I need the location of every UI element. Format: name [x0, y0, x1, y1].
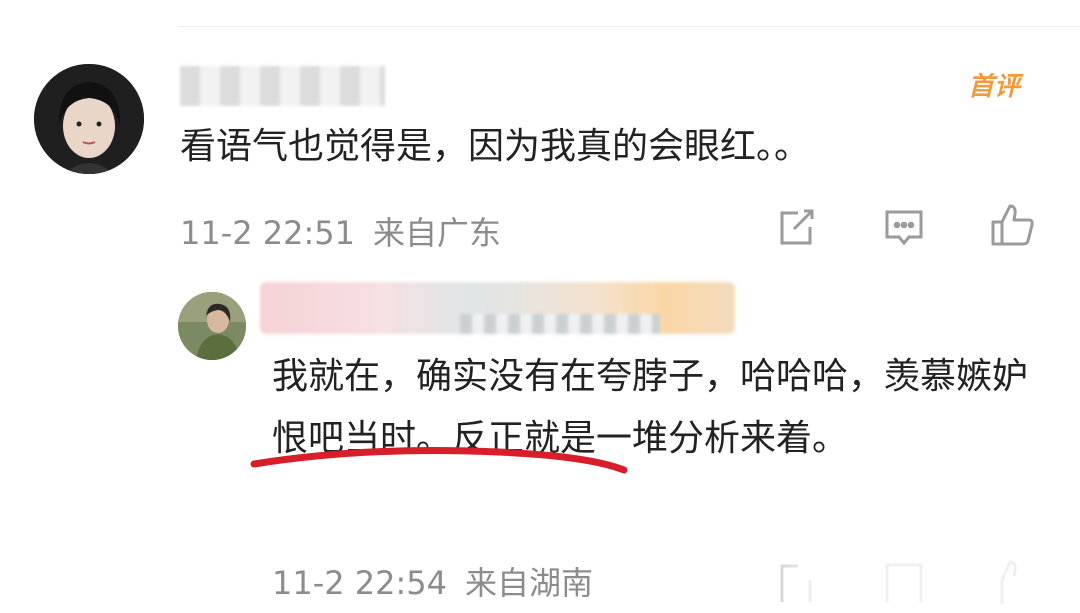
reply-location: 来自湖南: [465, 564, 594, 602]
comment-meta: 11-2 22:51 来自广东: [180, 208, 501, 254]
reply-avatar[interactable]: [178, 292, 246, 360]
username-blurred[interactable]: [180, 66, 385, 106]
reply-meta: 11-2 22:54 来自湖南: [272, 558, 593, 604]
share-icon[interactable]: [774, 205, 818, 249]
watermark-fade: [700, 556, 1080, 613]
reply-time: 11-2 22:54: [272, 564, 448, 602]
weibo-comment-page: 首评 看语气也觉得是，因为我真的会眼红。。 11-2 22:51 来自广东 我就…: [0, 0, 1080, 613]
reply-text: 我就在，确实没有在夸脖子，哈哈哈，羡慕嫉妒恨吧当时。反正就是一堆分析来着。: [272, 356, 1029, 459]
comment-icon[interactable]: [882, 205, 926, 249]
reply-username-blurred[interactable]: [260, 282, 735, 334]
comment-text: 看语气也觉得是，因为我真的会眼红。。: [180, 126, 811, 167]
comment-location: 来自广东: [373, 214, 502, 252]
avatar[interactable]: [34, 64, 144, 174]
divider: [178, 26, 1080, 27]
first-comment-badge: 首评: [968, 72, 1021, 102]
like-icon[interactable]: [988, 200, 1038, 250]
comment-time: 11-2 22:51: [180, 214, 356, 252]
